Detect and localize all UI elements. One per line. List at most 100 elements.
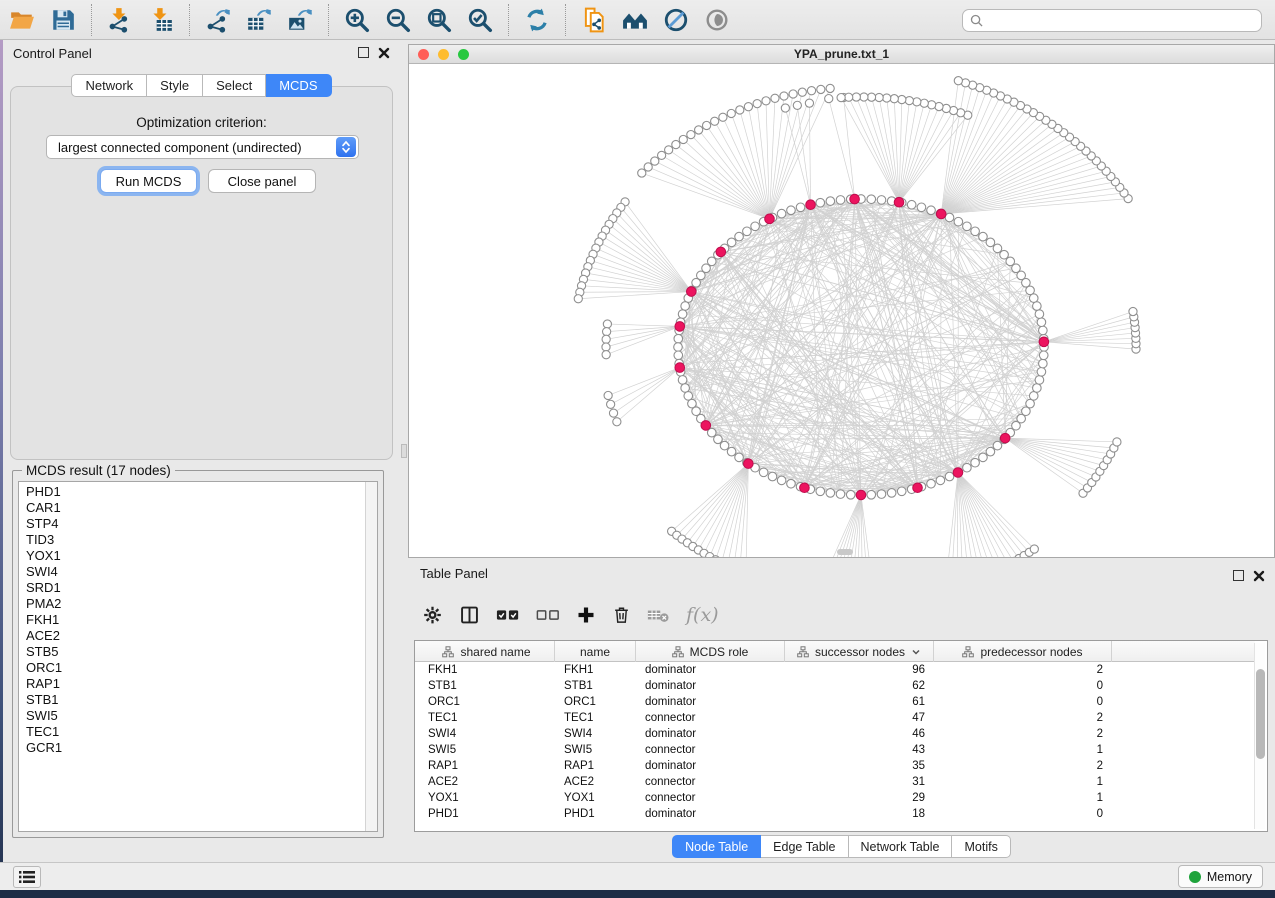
table-row[interactable]: SWI5SWI5connector431 [415,742,1255,758]
mcds-result-item[interactable]: SRD1 [19,580,365,596]
mcds-result-item[interactable]: STB5 [19,644,365,660]
column-header-predecessor-nodes[interactable]: predecessor nodes [934,641,1112,662]
tab-style[interactable]: Style [147,74,203,97]
close-table-panel-icon[interactable] [1253,569,1265,581]
open-session-icon[interactable] [8,6,36,34]
column-layout-icon[interactable] [459,603,480,627]
table-row[interactable]: FKH1FKH1dominator962 [415,662,1255,678]
optimization-criterion-select[interactable]: largest connected component (undirected) [46,135,359,159]
mcds-result-item[interactable]: ACE2 [19,628,365,644]
tab-motifs[interactable]: Motifs [952,835,1010,858]
zoom-selected-icon[interactable] [466,6,494,34]
mcds-result-item[interactable]: PHD1 [19,484,365,500]
table-row[interactable]: ACE2ACE2connector311 [415,774,1255,790]
export-network-icon[interactable] [204,6,232,34]
mcds-result-item[interactable]: PMA2 [19,596,365,612]
cell-predecessor-nodes: 2 [934,712,1112,724]
run-mcds-button[interactable]: Run MCDS [100,169,197,193]
column-type-icon [797,646,809,658]
import-table-icon[interactable] [147,6,175,34]
application-window: Control Panel NetworkStyleSelectMCDS Opt… [0,0,1275,890]
network-graph[interactable] [409,64,1274,557]
table-settings-icon[interactable] [422,603,443,627]
table-row[interactable]: RAP1RAP1dominator352 [415,758,1255,774]
cell-shared-name: TEC1 [419,712,555,724]
table-scrollbar[interactable] [1254,643,1265,829]
first-neighbors-icon[interactable] [621,6,649,34]
import-network-icon[interactable] [106,6,134,34]
mcds-result-scrollbar[interactable] [365,482,377,831]
table-panel-tabs: Node TableEdge TableNetwork TableMotifs [408,835,1275,858]
close-panel-icon[interactable] [378,46,390,58]
table-row[interactable]: PHD1PHD1dominator180 [415,806,1255,822]
network-window-titlebar[interactable]: YPA_prune.txt_1 [409,45,1274,64]
list-icon [19,870,35,884]
mcds-result-item[interactable]: GCR1 [19,740,365,756]
network-hscroll-thumb[interactable] [837,549,853,555]
export-image-icon[interactable] [286,6,314,34]
tab-network[interactable]: Network [71,74,147,97]
show-panels-button[interactable] [13,866,41,888]
mcds-result-item[interactable]: RAP1 [19,676,365,692]
cell-successor-nodes: 31 [785,776,934,788]
cell-name: PHD1 [555,808,636,820]
cell-name: YOX1 [555,792,636,804]
mcds-result-item[interactable]: STB1 [19,692,365,708]
table-row[interactable]: TEC1TEC1connector472 [415,710,1255,726]
mcds-result-item[interactable]: SWI5 [19,708,365,724]
column-type-icon [442,646,454,658]
mcds-result-item[interactable]: YOX1 [19,548,365,564]
close-panel-button[interactable]: Close panel [208,169,316,193]
delete-row-icon[interactable] [612,603,631,627]
cell-name: SWI5 [555,744,636,756]
mcds-result-list[interactable]: PHD1CAR1STP4TID3YOX1SWI4SRD1PMA2FKH1ACE2… [18,481,378,832]
refresh-network-icon[interactable] [523,6,551,34]
table-scrollbar-thumb[interactable] [1256,669,1265,759]
hide-selected-icon[interactable] [662,6,690,34]
tab-network-table[interactable]: Network Table [849,835,953,858]
select-all-icon[interactable] [496,603,520,627]
mcds-result-item[interactable]: CAR1 [19,500,365,516]
column-header-MCDS-role[interactable]: MCDS role [636,641,785,662]
mcds-result-item[interactable]: FKH1 [19,612,365,628]
search-box[interactable] [962,9,1262,32]
splitter-handle[interactable] [401,444,407,458]
cell-successor-nodes: 61 [785,696,934,708]
cell-shared-name: SWI4 [419,728,555,740]
float-panel-icon[interactable] [358,47,369,58]
zoom-fit-icon[interactable] [425,6,453,34]
show-details-icon[interactable] [703,6,731,34]
memory-status-icon [1189,871,1201,883]
mcds-result-item[interactable]: TEC1 [19,724,365,740]
table-row[interactable]: SWI4SWI4dominator462 [415,726,1255,742]
add-row-icon[interactable] [576,603,596,627]
table-row[interactable]: ORC1ORC1dominator610 [415,694,1255,710]
export-table-icon[interactable] [245,6,273,34]
zoom-out-icon[interactable] [384,6,412,34]
table-row[interactable]: STB1STB1dominator620 [415,678,1255,694]
zoom-in-icon[interactable] [343,6,371,34]
mcds-result-item[interactable]: TID3 [19,532,365,548]
float-table-panel-icon[interactable] [1233,570,1244,581]
tab-select[interactable]: Select [203,74,266,97]
tab-edge-table[interactable]: Edge Table [761,835,848,858]
column-header-shared-name[interactable]: shared name [419,641,555,662]
memory-button[interactable]: Memory [1178,865,1263,888]
search-input[interactable] [988,14,1261,28]
duplicate-network-icon[interactable] [580,6,608,34]
save-session-icon[interactable] [49,6,77,34]
table-row[interactable]: YOX1YOX1connector291 [415,790,1255,806]
panel-splitter[interactable] [400,40,408,862]
deselect-all-icon[interactable] [536,603,560,627]
column-header-successor-nodes[interactable]: successor nodes [785,641,934,662]
sort-desc-icon [911,647,921,657]
mcds-result-item[interactable]: ORC1 [19,660,365,676]
tab-node-table[interactable]: Node Table [672,835,761,858]
mcds-result-item[interactable]: SWI4 [19,564,365,580]
control-panel-title: Control Panel [13,46,92,61]
tab-mcds[interactable]: MCDS [266,74,331,97]
mcds-result-item[interactable]: STP4 [19,516,365,532]
network-canvas[interactable] [409,64,1274,557]
column-header-name[interactable]: name [555,641,636,662]
cell-name: SWI4 [555,728,636,740]
